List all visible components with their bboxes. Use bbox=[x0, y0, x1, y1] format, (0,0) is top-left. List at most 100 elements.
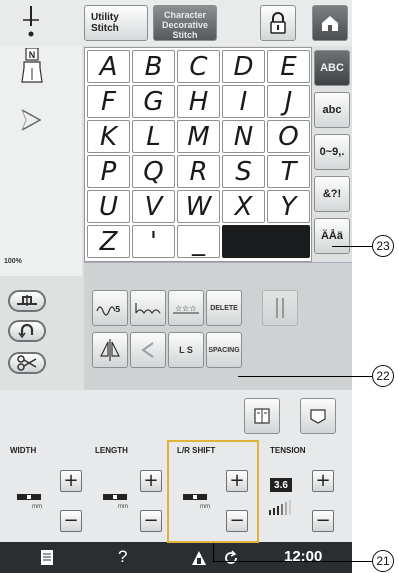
tension-label: TENSION bbox=[270, 446, 306, 455]
star-pattern-icon: ☆☆☆ bbox=[173, 304, 199, 314]
empty-key bbox=[222, 225, 310, 258]
character-key[interactable]: I bbox=[222, 85, 265, 118]
character-key[interactable]: D bbox=[222, 50, 265, 83]
delete-button[interactable]: DELETE bbox=[206, 290, 242, 326]
character-key[interactable]: S bbox=[222, 155, 265, 188]
character-key[interactable]: Y bbox=[267, 190, 310, 223]
tab-character-line2: Decorative bbox=[161, 20, 209, 30]
callout-22-leader bbox=[238, 376, 374, 377]
character-key[interactable]: O bbox=[267, 120, 310, 153]
delete-label: DELETE bbox=[210, 304, 238, 312]
home-icon bbox=[322, 16, 338, 31]
mode-symbols-button[interactable]: &?! bbox=[314, 176, 350, 212]
tab-character-line3: Stitch bbox=[172, 30, 198, 40]
character-key[interactable]: F bbox=[87, 85, 130, 118]
pocket-button[interactable] bbox=[300, 398, 336, 434]
character-key[interactable]: ' bbox=[132, 225, 175, 258]
character-key[interactable]: _ bbox=[177, 225, 220, 258]
width-unit: mm bbox=[32, 504, 42, 510]
width-plus-button[interactable]: + bbox=[60, 470, 82, 492]
character-key[interactable]: V bbox=[132, 190, 175, 223]
character-key[interactable]: Z bbox=[87, 225, 130, 258]
character-key[interactable]: E bbox=[267, 50, 310, 83]
character-key[interactable]: W bbox=[177, 190, 220, 223]
svg-text:5: 5 bbox=[115, 305, 121, 314]
character-key[interactable]: J bbox=[267, 85, 310, 118]
tab-character-decorative-stitch[interactable]: Character Decorative Stitch bbox=[153, 5, 217, 41]
pattern-type-button-2[interactable] bbox=[130, 290, 166, 326]
callout-21: 21 bbox=[372, 550, 394, 572]
mode-uppercase-button[interactable]: ABC bbox=[314, 50, 350, 86]
mode-numbers-button[interactable]: 0~9,. bbox=[314, 134, 350, 170]
length-label: LENGTH bbox=[95, 446, 128, 455]
mode-lowercase-button[interactable]: abc bbox=[314, 92, 350, 128]
presser-foot-icon: N bbox=[18, 47, 46, 91]
character-key[interactable]: N bbox=[222, 120, 265, 153]
tab-character-line1: Character bbox=[163, 10, 207, 20]
width-minus-button[interactable]: − bbox=[60, 510, 82, 532]
twin-needle-button[interactable] bbox=[262, 290, 298, 326]
stitch-preview-icon bbox=[18, 106, 44, 139]
size-button[interactable]: L S bbox=[168, 332, 204, 368]
zoom-level: 100% bbox=[4, 258, 22, 265]
pattern-type-button-1[interactable]: 5 bbox=[92, 290, 128, 326]
home-button[interactable] bbox=[312, 5, 348, 41]
character-key[interactable]: P bbox=[87, 155, 130, 188]
mirror-icon bbox=[100, 339, 120, 361]
lock-button[interactable] bbox=[260, 5, 296, 41]
length-minus-button[interactable]: − bbox=[140, 510, 162, 532]
memory-button[interactable] bbox=[244, 398, 280, 434]
character-key[interactable]: K bbox=[87, 120, 130, 153]
callout-21-leader-vertical bbox=[213, 543, 214, 561]
lr-shift-highlight bbox=[167, 440, 259, 543]
character-key[interactable]: H bbox=[177, 85, 220, 118]
character-key[interactable]: A bbox=[87, 50, 130, 83]
needle-position-button[interactable] bbox=[8, 290, 46, 312]
mirror-button[interactable] bbox=[92, 332, 128, 368]
tension-plus-button[interactable]: + bbox=[312, 470, 334, 492]
mode-accented-button[interactable]: ÄÅä bbox=[314, 218, 350, 254]
status-bar: ? 12:00 bbox=[0, 542, 352, 573]
document-icon[interactable] bbox=[40, 549, 54, 571]
scissors-icon bbox=[17, 355, 37, 371]
tab-utility-stitch[interactable]: Utility Stitch bbox=[84, 5, 148, 41]
character-key[interactable]: G bbox=[132, 85, 175, 118]
reverse-icon bbox=[18, 323, 34, 339]
top-bar: Utility Stitch Character Decorative Stit… bbox=[0, 0, 352, 46]
callout-21-leader bbox=[213, 561, 373, 562]
reverse-stitch-button[interactable] bbox=[8, 320, 46, 342]
arrow-left-icon bbox=[141, 342, 154, 358]
help-button[interactable]: ? bbox=[118, 547, 127, 567]
pocket-icon bbox=[310, 409, 326, 424]
tension-minus-button[interactable]: − bbox=[312, 510, 334, 532]
tension-value: 3.6 bbox=[270, 478, 292, 492]
character-key[interactable]: T bbox=[267, 155, 310, 188]
character-key[interactable]: Q bbox=[132, 155, 175, 188]
lock-icon bbox=[270, 12, 286, 34]
size-label: L S bbox=[179, 345, 193, 355]
width-label: WIDTH bbox=[10, 446, 37, 455]
character-key[interactable]: M bbox=[177, 120, 220, 153]
function-panel bbox=[84, 262, 352, 390]
script-pattern-icon bbox=[135, 303, 161, 315]
needle-position-icon bbox=[18, 6, 44, 45]
character-key[interactable]: R bbox=[177, 155, 220, 188]
left-info-column: N bbox=[0, 46, 82, 276]
callout-23-leader bbox=[332, 246, 374, 247]
callout-23: 23 bbox=[372, 235, 394, 257]
spacing-button[interactable]: SPACING bbox=[206, 332, 242, 368]
character-key[interactable]: C bbox=[177, 50, 220, 83]
pattern-type-button-3[interactable]: ☆☆☆ bbox=[168, 290, 204, 326]
character-key[interactable]: B bbox=[132, 50, 175, 83]
length-plus-button[interactable]: + bbox=[140, 470, 162, 492]
svg-text:N: N bbox=[29, 50, 36, 60]
character-key[interactable]: U bbox=[87, 190, 130, 223]
needle-up-down-icon bbox=[17, 295, 37, 306]
cursive-pattern-icon: 5 bbox=[96, 305, 121, 316]
character-key[interactable]: X bbox=[222, 190, 265, 223]
character-key[interactable]: L bbox=[132, 120, 175, 153]
machine-settings-icon[interactable] bbox=[190, 549, 208, 572]
density-button[interactable] bbox=[130, 332, 166, 368]
thread-cutter-button[interactable] bbox=[8, 352, 46, 374]
spacing-label: SPACING bbox=[208, 346, 240, 354]
